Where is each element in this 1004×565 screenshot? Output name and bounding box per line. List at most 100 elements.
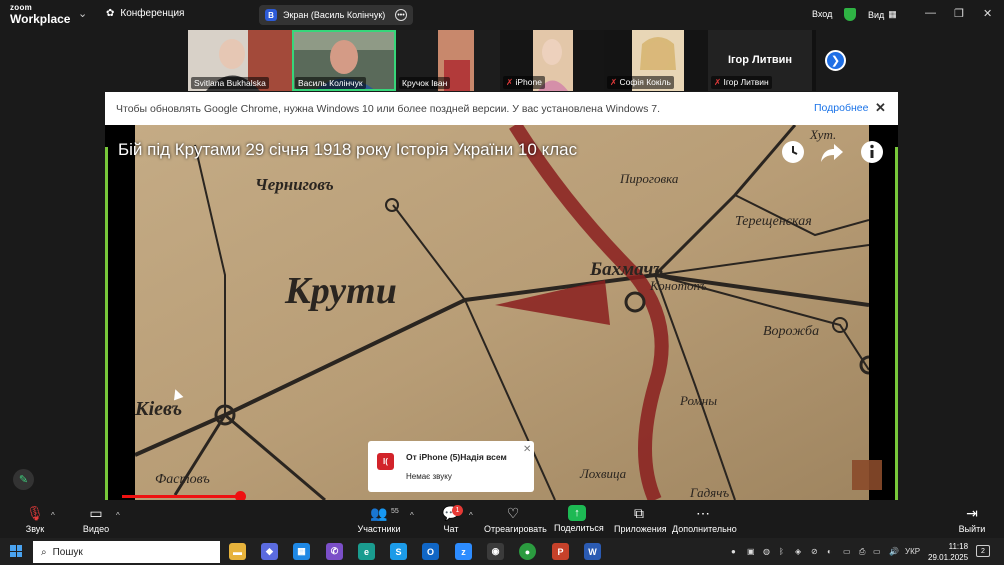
map-label: Ворожба: [763, 324, 819, 339]
participant-name: iPhone: [515, 77, 542, 87]
map-label: Ромны: [679, 393, 717, 408]
participant-name: Софія Кокіль: [619, 77, 671, 87]
minimize-icon[interactable]: —: [925, 7, 936, 19]
pencil-icon[interactable]: ✎: [13, 469, 34, 490]
file-explorer-icon[interactable]: ▬: [229, 543, 246, 560]
skype-icon[interactable]: S: [390, 543, 407, 560]
zoom-logo: zoom Workplace: [10, 4, 70, 26]
chat-notification-title: От iPhone (5)Надія всем: [406, 452, 507, 462]
copilot-icon[interactable]: ◆: [261, 543, 278, 560]
map-label: Пироговка: [619, 171, 679, 186]
meeting-toolbar: 🎙 Звук ^ ▭ Видео ^ 👥 Участники ^ 💬 Чат ^…: [0, 500, 1004, 538]
audio-label: Звук: [25, 524, 45, 534]
search-placeholder: Пошук: [52, 546, 83, 558]
view-button[interactable]: Вид ▦: [868, 9, 897, 20]
chat-options-caret-icon[interactable]: ^: [469, 511, 473, 520]
share-label: Поделиться: [554, 523, 604, 533]
participant-name-row: ✗ iPhone: [503, 76, 545, 89]
camera-app-icon[interactable]: ◉: [487, 543, 504, 560]
close-icon[interactable]: ✕: [875, 100, 886, 116]
powerpoint-icon[interactable]: P: [552, 543, 569, 560]
participant-tile-active[interactable]: Василь Колінчук: [292, 30, 396, 91]
video-progress-bar[interactable]: [122, 495, 241, 498]
network-icon[interactable]: ▭: [873, 547, 881, 556]
leave-button[interactable]: ⇥ Выйти: [958, 503, 986, 534]
title-bar: zoom Workplace ⌄ ✿ Конференция В Экран (…: [0, 0, 1004, 30]
taskbar-search-box[interactable]: ⌕ Пошук: [33, 541, 220, 563]
tray-app-icon[interactable]: ●: [731, 547, 736, 556]
chevron-down-icon[interactable]: ⌄: [78, 7, 87, 20]
next-page-icon[interactable]: ❯: [825, 50, 846, 71]
conference-label: Конференция: [120, 8, 185, 19]
notification-center-icon[interactable]: 2: [976, 545, 990, 557]
clock-time: 11:18: [948, 542, 969, 551]
participant-tile[interactable]: Svitlana Bukhalska: [188, 30, 292, 91]
zoom-taskbar-icon[interactable]: z: [455, 543, 472, 560]
tray-app-icon[interactable]: ▣: [747, 547, 755, 556]
audio-options-caret-icon[interactable]: ^: [51, 511, 55, 520]
bluetooth-icon[interactable]: ᛒ: [779, 547, 784, 556]
chat-notification[interactable]: I( От iPhone (5)Надія всем Немає звуку ✕: [368, 441, 534, 492]
map-label: Крути: [284, 270, 397, 312]
participant-tile[interactable]: ✗ iPhone: [500, 30, 604, 91]
conference-button[interactable]: ✿ Конференция: [106, 8, 184, 19]
chat-sender-avatar: I(: [377, 453, 394, 470]
tray-app-icon[interactable]: ◈: [795, 547, 801, 556]
participant-name: Svitlana Bukhalska: [191, 77, 269, 89]
participant-name-row: ✗ Ігор Литвин: [711, 76, 772, 89]
map-label: Черниговъ: [255, 175, 334, 194]
tray-app-icon[interactable]: ◐: [827, 547, 832, 556]
paw-icon: ✿: [106, 8, 115, 19]
tray-app-icon[interactable]: ▭: [843, 547, 851, 556]
participant-tile[interactable]: Кручок Іван: [396, 30, 500, 91]
more-label: Дополнительно: [672, 524, 737, 534]
windows-start-icon[interactable]: [10, 545, 22, 557]
chrome-icon[interactable]: ●: [519, 543, 536, 560]
map-label: Фастовъ: [155, 472, 210, 487]
react-button[interactable]: ♡ Отреагировать: [484, 503, 547, 534]
shield-icon[interactable]: [844, 8, 856, 21]
participant-tile[interactable]: ✗ Софія Кокіль: [604, 30, 708, 91]
participants-strip: Svitlana Bukhalska Василь Колінчук Кручо…: [188, 30, 816, 91]
screen-share-pill[interactable]: В Экран (Василь Колінчук) •••: [259, 5, 413, 25]
more-options-icon[interactable]: •••: [395, 9, 407, 21]
participant-name: Василь Колінчук: [295, 77, 366, 89]
tray-app-icon[interactable]: ◍: [763, 547, 770, 556]
participant-name: Кручок Іван: [399, 77, 451, 89]
info-icon[interactable]: [860, 140, 884, 164]
apps-icon: ⧉: [634, 505, 644, 521]
participants-label: Участники: [357, 524, 401, 534]
volume-icon[interactable]: 🔊: [889, 547, 899, 556]
language-indicator[interactable]: УКР: [905, 547, 920, 556]
restore-icon[interactable]: ❐: [954, 7, 964, 20]
video-title[interactable]: Бій під Крутами 29 січня 1918 року Істор…: [118, 140, 577, 160]
viber-icon[interactable]: ✆: [326, 543, 343, 560]
close-icon[interactable]: ✕: [523, 444, 531, 455]
chat-label: Чат: [443, 524, 459, 534]
tray-app-icon[interactable]: ⊘: [811, 547, 818, 556]
taskbar-clock[interactable]: 11:18 29.01.2025: [928, 541, 968, 563]
participants-options-caret-icon[interactable]: ^: [410, 511, 414, 520]
sharer-avatar: В: [265, 9, 277, 21]
banner-text: Чтобы обновлять Google Chrome, нужна Win…: [116, 102, 661, 115]
audio-button[interactable]: 🎙 Звук: [24, 503, 46, 534]
share-button[interactable]: ↑ Поделиться: [554, 503, 604, 533]
participant-tile[interactable]: Ігор Литвин ✗ Ігор Литвин: [708, 30, 812, 91]
tray-app-icon[interactable]: ⎙: [859, 547, 865, 557]
more-button[interactable]: ⋯ Дополнительно: [672, 503, 737, 534]
login-button[interactable]: Вход: [812, 9, 832, 19]
store-icon[interactable]: ▦: [293, 543, 310, 560]
share-arrow-icon[interactable]: [820, 140, 844, 164]
participant-big-name: Ігор Литвин: [727, 54, 793, 66]
video-options-caret-icon[interactable]: ^: [116, 511, 120, 520]
video-button[interactable]: ▭ Видео: [82, 503, 110, 534]
share-screen-icon: ↑: [568, 505, 586, 521]
edge-icon[interactable]: e: [358, 543, 375, 560]
close-icon[interactable]: ✕: [983, 7, 992, 20]
word-icon[interactable]: W: [584, 543, 601, 560]
outlook-icon[interactable]: O: [422, 543, 439, 560]
apps-button[interactable]: ⧉ Приложения: [614, 503, 667, 534]
learn-more-link[interactable]: Подробнее: [814, 102, 868, 114]
watch-later-icon[interactable]: [781, 140, 805, 164]
map-label: Терещенская: [735, 214, 812, 229]
